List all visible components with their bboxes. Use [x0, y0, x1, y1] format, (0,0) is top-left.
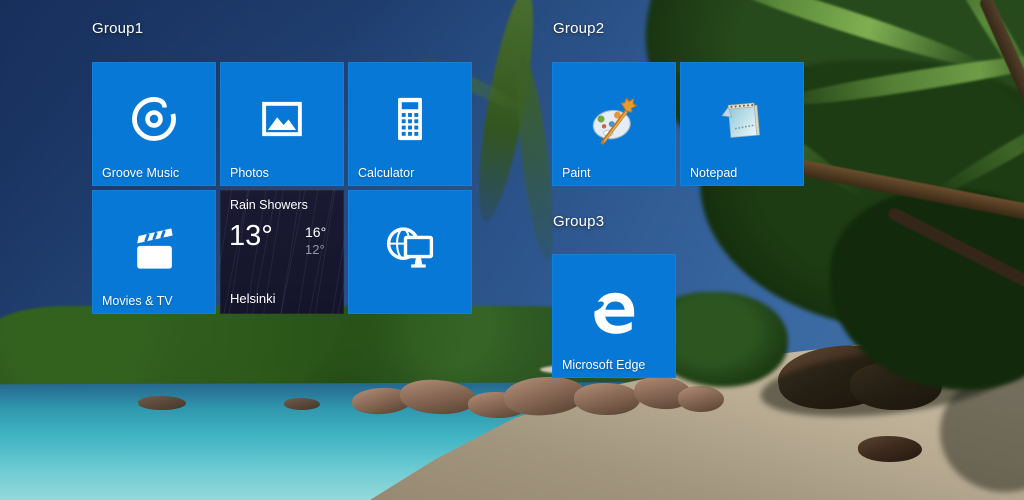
weather-temperature: 13°	[229, 220, 273, 253]
rock	[858, 436, 922, 462]
rock	[574, 383, 640, 415]
rock	[284, 398, 320, 410]
weather-low: 12°	[305, 242, 325, 257]
tile-network-globe[interactable]	[348, 190, 472, 314]
tile-label: Groove Music	[102, 166, 179, 180]
tile-label: Movies & TV	[102, 294, 173, 308]
photos-icon	[256, 93, 308, 145]
weather-high: 16°	[305, 224, 326, 240]
microsoft-edge-icon	[586, 284, 642, 340]
group-2-tiles: Paint	[552, 62, 804, 186]
tile-notepad[interactable]: Notepad	[680, 62, 804, 186]
tile-label: Calculator	[358, 166, 414, 180]
movies-tv-icon	[128, 221, 180, 273]
weather-condition: Rain Showers	[230, 198, 308, 212]
notepad-icon	[715, 92, 769, 146]
rock	[138, 396, 186, 410]
tile-group-1: Group1	[92, 20, 143, 37]
groove-music-icon	[128, 93, 180, 145]
rock	[678, 386, 724, 412]
calculator-icon	[384, 93, 436, 145]
weather-location: Helsinki	[230, 291, 276, 306]
group-name[interactable]: Group2	[553, 20, 604, 37]
tile-group-3: Group3	[553, 213, 604, 230]
tile-group-2: Group2	[553, 20, 604, 37]
tile-label: Microsoft Edge	[562, 358, 645, 372]
group-3-tiles: Microsoft Edge	[552, 254, 676, 378]
tile-label: Notepad	[690, 166, 737, 180]
globe-monitor-icon	[383, 220, 437, 274]
paint-icon	[587, 92, 641, 146]
tile-movies-tv[interactable]: Movies & TV	[92, 190, 216, 314]
tile-microsoft-edge[interactable]: Microsoft Edge	[552, 254, 676, 378]
tile-paint[interactable]: Paint	[552, 62, 676, 186]
tile-groove-music[interactable]: Groove Music	[92, 62, 216, 186]
tile-calculator[interactable]: Calculator	[348, 62, 472, 186]
group-1-tiles: Groove Music Photos Calculator	[92, 62, 472, 314]
tile-label: Photos	[230, 166, 269, 180]
tile-label: Paint	[562, 166, 591, 180]
tile-weather-live[interactable]: Rain Showers 13° 16° 12° Helsinki	[220, 190, 344, 314]
tile-photos[interactable]: Photos	[220, 62, 344, 186]
group-name[interactable]: Group3	[553, 213, 604, 230]
start-screen: Group1 Groove Music Photos	[0, 0, 1024, 500]
group-name[interactable]: Group1	[92, 20, 143, 37]
